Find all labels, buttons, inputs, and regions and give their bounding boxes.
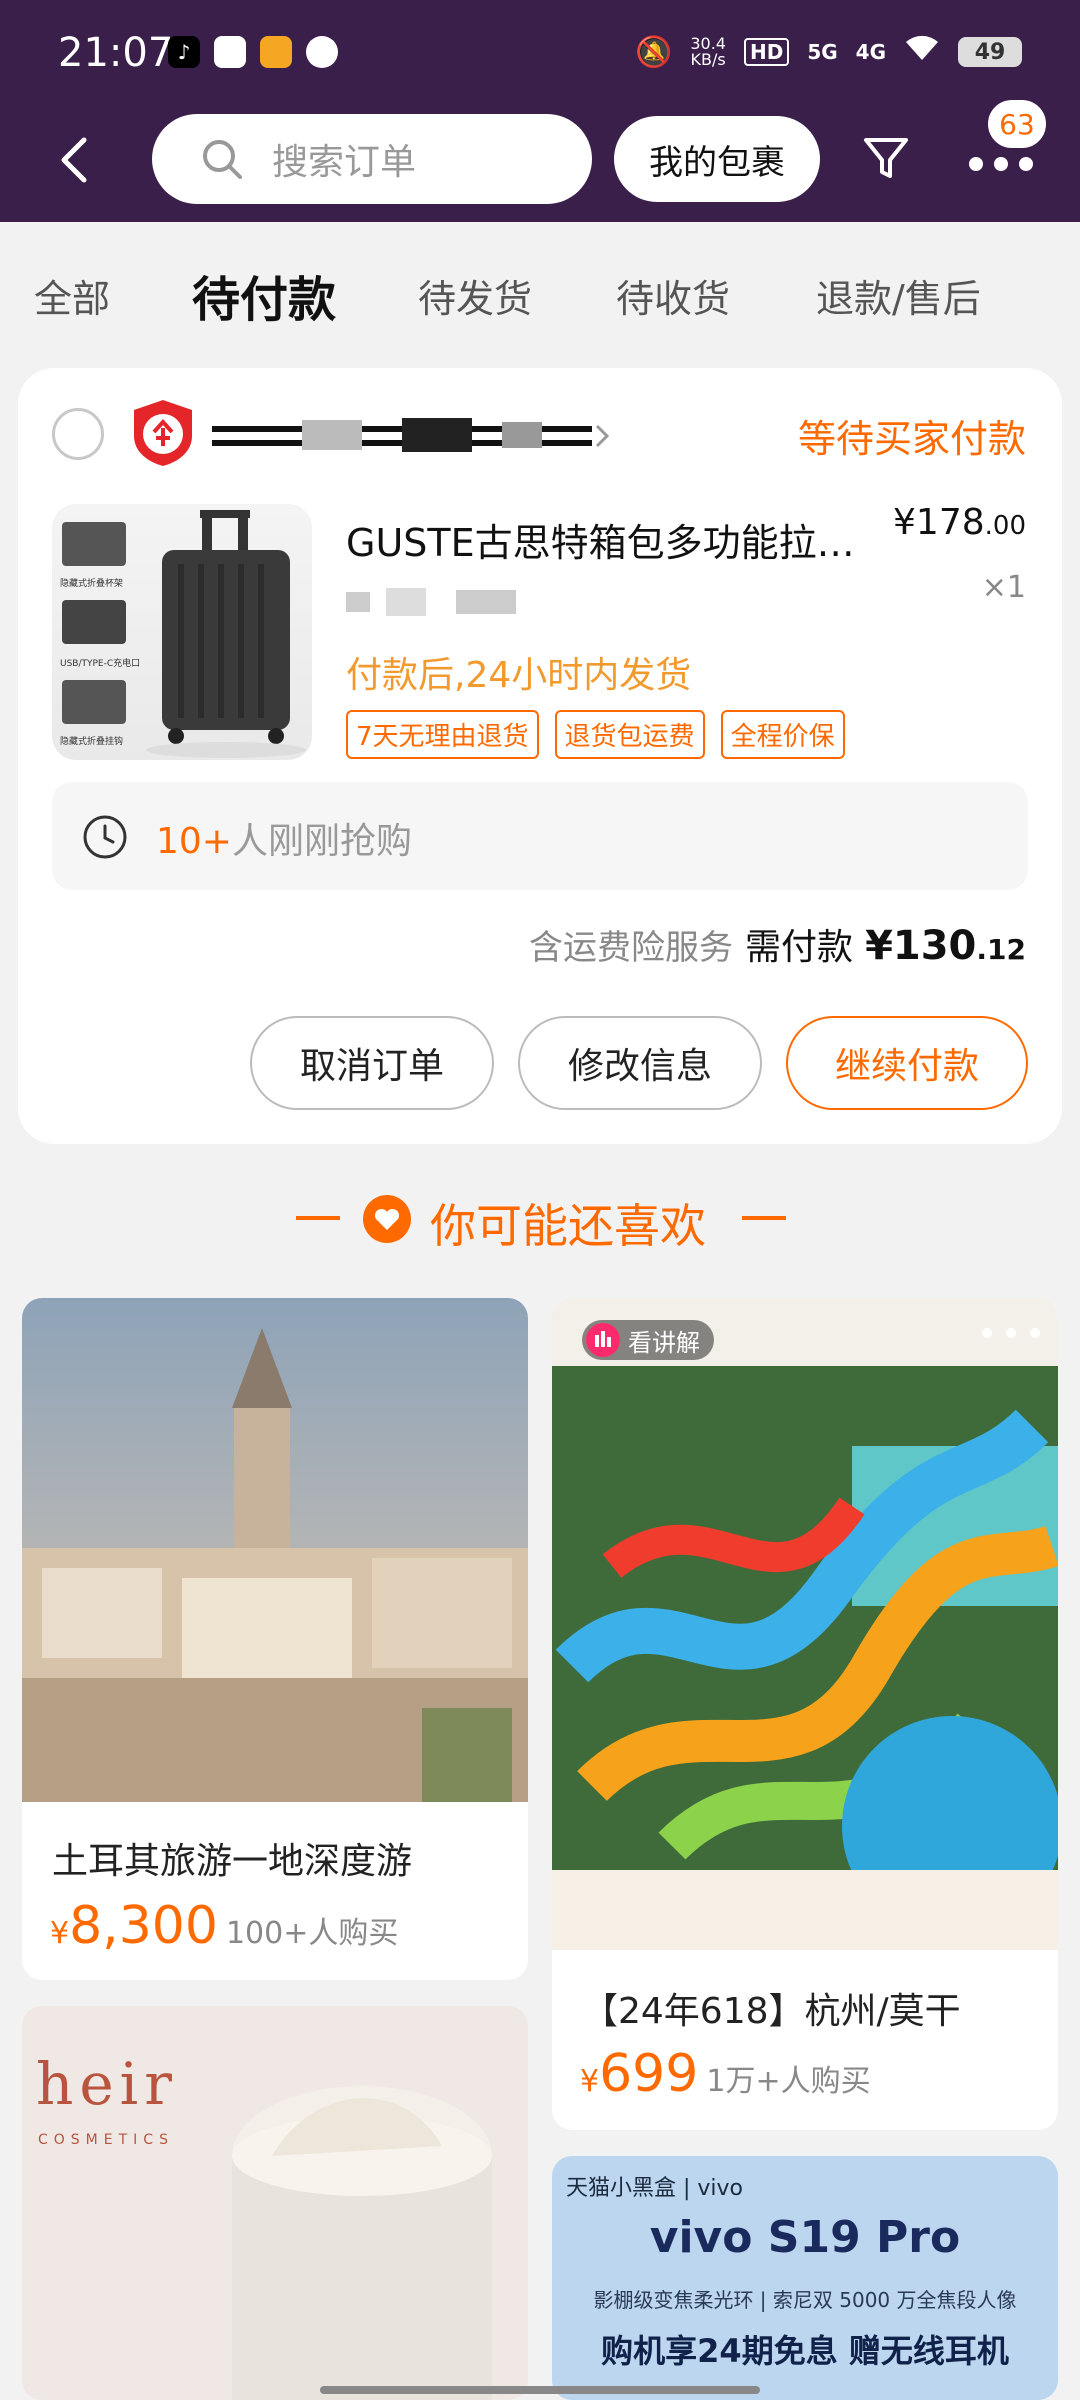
notification-badge: 63 (988, 100, 1046, 148)
tab-all[interactable]: 全部 (34, 268, 110, 323)
recommend-item-waterpark[interactable]: 看讲解 【24年618】杭州/莫干 ¥699 1万+人购买 (552, 1298, 1058, 2130)
signal-5g: 5G (807, 40, 838, 64)
signal-4g: 4G (855, 40, 886, 64)
tag-free-return-shipping: 退货包运费 (554, 710, 705, 759)
wifi-icon (904, 34, 940, 70)
payment-summary: 含运费险服务 需付款 ¥130.12 (529, 918, 1026, 970)
waterslide-image (552, 1366, 1058, 1870)
watch-explanation-pill[interactable]: 看讲解 (582, 1320, 714, 1360)
phone-subline: 影棚级变焦柔光环 | 索尼双 5000 万全焦段人像 (593, 2288, 1017, 2312)
amount-due-label: 需付款 (745, 927, 854, 968)
recommend-title: 土耳其旅游一地深度游 (52, 1841, 413, 1882)
audio-bars-icon (586, 1323, 620, 1357)
order-tabs: 全部 待付款 待发货 待收货 退款/售后 (0, 240, 1080, 350)
cancel-order-button[interactable]: 取消订单 (250, 1016, 494, 1110)
recommend-title: 【24年618】杭州/莫干 (582, 1991, 961, 2032)
heir-brand-logo: heir (36, 2050, 178, 2118)
status-app-icons: ♪ (168, 36, 338, 68)
heading-line-right (742, 1216, 786, 1220)
shipping-promise: 付款后,24小时内发货 (346, 655, 692, 696)
suitcase-image: 隐藏式折叠杯架 USB/TYPE-C充电口 隐藏式折叠挂钩 (60, 510, 306, 758)
status-indicators: 🔕 30.4 KB/s HD 5G 4G 49 (635, 34, 1022, 70)
bear-icon (214, 36, 246, 68)
clock-icon (83, 815, 127, 859)
product-sku-redacted (346, 588, 516, 616)
tab-pending-shipment[interactable]: 待发货 (418, 268, 532, 323)
thumb-label-2: USB/TYPE-C充电口 (60, 657, 140, 669)
battery-indicator: 49 (958, 37, 1022, 67)
carousel-dots (982, 1328, 1040, 1338)
brand-bar: 天猫小黑盒 | vivo (566, 2176, 744, 2201)
recommend-price: ¥8,300 100+人购买 (50, 1896, 399, 1956)
weibo-icon (260, 36, 292, 68)
shipping-insurance-note: 含运费险服务 (529, 928, 734, 968)
heart-icon (363, 1195, 411, 1243)
heir-brand-sub: COSMETICS (38, 2132, 174, 2148)
recommend-item-turkey[interactable]: 土耳其旅游一地深度游 ¥8,300 100+人购买 (22, 1298, 528, 1980)
recommend-price: ¥699 1万+人购买 (580, 2044, 871, 2104)
status-bar: 21:07 ♪ 🔕 30.4 KB/s HD 5G 4G 49 (0, 0, 1080, 110)
shop-name-redacted[interactable] (212, 416, 612, 456)
thumb-label-1: 隐藏式折叠杯架 (60, 577, 123, 589)
service-tags: 7天无理由退货 退货包运费 全程价保 (346, 710, 845, 759)
search-placeholder: 搜索订单 (272, 142, 417, 183)
search-input[interactable]: 搜索订单 (152, 114, 592, 204)
card-bottom-strip (552, 1870, 1058, 1950)
product-title[interactable]: GUSTE古思特箱包多功能拉… (346, 512, 886, 567)
tab-refund[interactable]: 退款/售后 (816, 268, 981, 323)
tag-price-protection: 全程价保 (720, 710, 845, 759)
select-order-checkbox[interactable] (52, 408, 104, 460)
rush-purchase-banner: 10+人刚刚抢购 (52, 782, 1028, 890)
istanbul-image (22, 1298, 528, 1802)
hd-icon: HD (743, 38, 790, 66)
recommend-item-heir-cosmetics[interactable]: heir COSMETICS (22, 2006, 528, 2400)
status-time: 21:07 (58, 30, 174, 76)
pill-label: 看讲解 (628, 1328, 700, 1357)
continue-payment-button[interactable]: 继续付款 (786, 1016, 1028, 1110)
tab-pending-payment[interactable]: 待付款 (192, 260, 336, 330)
recommend-item-vivo[interactable]: 天猫小黑盒 | vivo vivo S19 Pro 影棚级变焦柔光环 | 索尼双… (552, 2156, 1058, 2400)
network-speed: 30.4 KB/s (690, 34, 726, 69)
order-card: 等待买家付款 隐藏式折叠杯架 USB/TYPE-C充电口 隐藏式折叠挂钩 GUS… (18, 368, 1062, 1144)
home-indicator[interactable] (320, 2386, 760, 2394)
filter-icon[interactable] (860, 132, 912, 184)
phone-model: vivo S19 Pro (649, 2212, 961, 2263)
recommend-heading: 你可能还喜欢 (0, 1180, 1080, 1260)
nav-bar: 搜索订单 我的包裹 63 (0, 100, 1080, 222)
recommend-heading-text: 你可能还喜欢 (430, 1199, 706, 1253)
heading-line-left (296, 1216, 340, 1220)
rush-text: 10+人刚刚抢购 (156, 821, 412, 862)
amount-due: ¥130.12 (865, 923, 1026, 969)
chat-icon (306, 36, 338, 68)
tab-pending-receipt[interactable]: 待收货 (616, 268, 730, 323)
search-icon (203, 140, 242, 179)
back-icon[interactable] (44, 130, 104, 190)
more-icon[interactable] (966, 152, 1036, 176)
tiktok-icon: ♪ (168, 36, 200, 68)
product-quantity: ×1 (981, 570, 1026, 605)
modify-info-button[interactable]: 修改信息 (518, 1016, 762, 1110)
tag-7day-return: 7天无理由退货 (346, 710, 539, 759)
product-price: ¥178.00 (893, 502, 1026, 543)
header-bar: 21:07 ♪ 🔕 30.4 KB/s HD 5G 4G 49 搜索订单 我的包… (0, 0, 1080, 222)
order-status: 等待买家付款 (797, 417, 1026, 461)
mute-icon: 🔕 (634, 34, 673, 70)
product-thumbnail[interactable]: 隐藏式折叠杯架 USB/TYPE-C充电口 隐藏式折叠挂钩 (52, 504, 312, 760)
enterprise-shop-icon (134, 400, 192, 466)
cream-jar-image (232, 2086, 492, 2400)
phone-promo: 购机享24期免息 赠无线耳机 (601, 2332, 1009, 2370)
my-packages-button[interactable]: 我的包裹 (614, 116, 820, 202)
thumb-label-3: 隐藏式折叠挂钩 (60, 735, 123, 747)
